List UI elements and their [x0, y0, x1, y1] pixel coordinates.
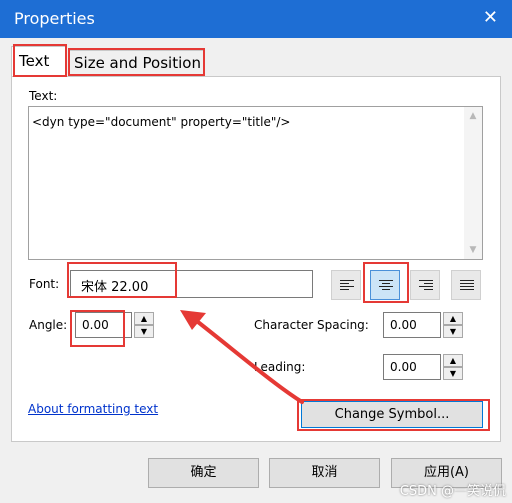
leading-up-icon[interactable]: ▲	[443, 354, 463, 367]
align-justify-icon	[460, 280, 474, 292]
angle-label: Angle:	[29, 318, 68, 332]
cancel-button[interactable]: 取消	[269, 458, 380, 488]
ok-button[interactable]: 确定	[148, 458, 259, 488]
align-left-button[interactable]	[331, 270, 361, 300]
angle-down-icon[interactable]: ▼	[134, 325, 154, 338]
align-center-button[interactable]	[370, 270, 400, 300]
font-field[interactable]: 宋体 22.00	[70, 270, 313, 298]
leading-value: 0.00	[390, 360, 417, 374]
text-editor[interactable]: <dyn type="document" property="title"/> …	[28, 106, 483, 260]
leading-down-icon[interactable]: ▼	[443, 367, 463, 380]
leading-input[interactable]: 0.00	[383, 354, 441, 380]
character-spacing-input[interactable]: 0.00	[383, 312, 441, 338]
watermark: CSDN @一笑说侃	[399, 484, 506, 499]
leading-spinner[interactable]: ▲ ▼	[443, 354, 463, 380]
close-icon[interactable]: ✕	[483, 8, 498, 28]
window-title: Properties	[14, 9, 95, 28]
align-center-icon	[379, 280, 393, 292]
align-right-button[interactable]	[410, 270, 440, 300]
change-symbol-button[interactable]: Change Symbol...	[301, 401, 483, 428]
scroll-up-icon[interactable]: ▲	[464, 111, 482, 121]
text-label: Text:	[29, 89, 58, 103]
text-content: <dyn type="document" property="title"/>	[32, 115, 291, 129]
angle-input[interactable]: 0.00	[75, 312, 132, 338]
leading-label: Leading:	[254, 360, 306, 374]
align-left-icon	[340, 280, 354, 292]
scroll-down-icon[interactable]: ▼	[464, 245, 482, 255]
text-scrollbar[interactable]: ▲ ▼	[464, 107, 482, 259]
align-right-icon	[419, 280, 433, 292]
tab-size-label: Size and Position	[74, 54, 201, 72]
about-formatting-link[interactable]: About formatting text	[28, 402, 158, 416]
font-value: 宋体 22.00	[81, 280, 149, 295]
tab-size-and-position[interactable]: Size and Position	[69, 50, 205, 76]
character-spacing-label: Character Spacing:	[254, 318, 369, 332]
font-label: Font:	[29, 277, 60, 291]
tab-text[interactable]: Text	[11, 46, 67, 77]
character-spacing-down-icon[interactable]: ▼	[443, 325, 463, 338]
align-justify-button[interactable]	[451, 270, 481, 300]
character-spacing-value: 0.00	[390, 318, 417, 332]
angle-up-icon[interactable]: ▲	[134, 312, 154, 325]
title-bar: Properties ✕	[0, 0, 512, 38]
angle-value: 0.00	[82, 318, 109, 332]
angle-spinner[interactable]: ▲ ▼	[134, 312, 154, 338]
character-spacing-spinner[interactable]: ▲ ▼	[443, 312, 463, 338]
tab-text-label: Text	[19, 52, 50, 70]
character-spacing-up-icon[interactable]: ▲	[443, 312, 463, 325]
